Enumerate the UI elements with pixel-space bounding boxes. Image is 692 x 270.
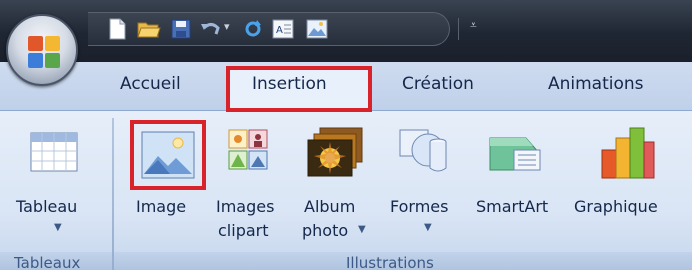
image-button-highlight xyxy=(130,120,206,190)
chart-icon xyxy=(601,127,655,179)
smartart-button-label: SmartArt xyxy=(476,197,549,216)
clipart-button-label-1: Images xyxy=(216,197,275,216)
image-button-label: Image xyxy=(136,197,187,216)
group-title-illustrations: Illustrations xyxy=(346,254,434,270)
office-button[interactable] xyxy=(6,14,78,86)
tab-design[interactable]: Création xyxy=(402,74,474,94)
open-folder-icon[interactable] xyxy=(136,16,162,42)
undo-icon[interactable] xyxy=(198,16,224,42)
photo-album-dropdown-icon: ▼ xyxy=(358,224,366,235)
save-icon[interactable] xyxy=(168,16,194,42)
picture-icon[interactable] xyxy=(304,16,330,42)
table-icon xyxy=(30,132,78,172)
table-dropdown-icon: ▼ xyxy=(54,222,62,233)
undo-dropdown-icon[interactable]: ▾ xyxy=(224,20,230,33)
qat-separator xyxy=(458,18,459,40)
new-document-icon[interactable] xyxy=(104,16,130,42)
chart-button-label: Graphique xyxy=(574,197,658,216)
photo-album-button-label-1: Album xyxy=(304,197,356,216)
svg-text:A: A xyxy=(276,25,283,36)
text-box-icon[interactable]: A xyxy=(270,16,296,42)
clipart-button-label-2: clipart xyxy=(218,221,269,240)
shapes-button-label: Formes xyxy=(390,197,449,216)
smartart-icon xyxy=(489,137,541,171)
tab-insert[interactable]: Insertion xyxy=(252,74,327,94)
shapes-dropdown-icon: ▼ xyxy=(424,222,432,233)
photo-album-button-label-2: photo xyxy=(302,221,349,240)
table-button-label: Tableau xyxy=(16,197,78,216)
shapes-icon xyxy=(399,129,447,172)
photo-album-icon xyxy=(307,127,363,177)
clipart-icon xyxy=(228,129,268,170)
redo-icon[interactable] xyxy=(240,16,266,42)
tab-home[interactable]: Accueil xyxy=(120,74,181,94)
group-separator xyxy=(112,118,114,270)
customize-qat-icon[interactable]: ⩡ xyxy=(470,18,477,33)
office-logo-icon xyxy=(28,36,60,68)
group-title-tables: Tableaux xyxy=(14,254,81,270)
tab-animations[interactable]: Animations xyxy=(548,74,644,94)
powerpoint-ribbon-window: ▾ A ⩡ Accueil Insertion Création Animati… xyxy=(0,0,692,270)
